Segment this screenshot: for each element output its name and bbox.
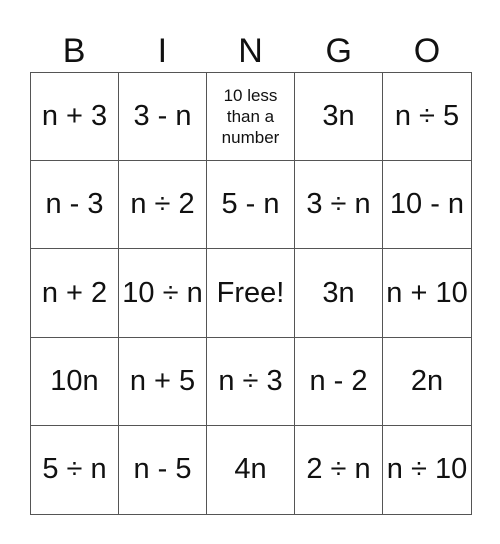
- bingo-cell[interactable]: 3 ÷ n: [295, 161, 383, 250]
- header-letter-n: N: [238, 32, 263, 70]
- bingo-cell[interactable]: n + 5: [119, 337, 207, 426]
- header-letter-i: I: [157, 32, 168, 70]
- bingo-cell[interactable]: n ÷ 5: [383, 73, 471, 162]
- bingo-cell[interactable]: n + 10: [383, 249, 471, 338]
- bingo-cell[interactable]: 4n: [207, 425, 295, 514]
- bingo-cell[interactable]: n - 5: [119, 425, 207, 514]
- header-letter-b: B: [62, 32, 86, 70]
- bingo-cell[interactable]: 2n: [383, 338, 471, 426]
- bingo-header: B I N G O: [30, 30, 471, 72]
- bingo-cell[interactable]: n ÷ 2: [119, 161, 207, 250]
- bingo-cell[interactable]: 3n: [295, 249, 383, 338]
- header-letter-o: O: [413, 32, 441, 70]
- bingo-cell[interactable]: 10 less than a number: [207, 73, 295, 162]
- bingo-cell[interactable]: 3n: [295, 73, 383, 162]
- bingo-cell[interactable]: n - 3: [31, 161, 119, 250]
- bingo-cell[interactable]: 3 - n: [119, 73, 207, 162]
- bingo-cell[interactable]: n + 3: [31, 73, 119, 162]
- free-space-cell[interactable]: Free!: [207, 249, 295, 338]
- bingo-grid: n + 3 3 - n 10 less than a number 3n n ÷…: [30, 72, 472, 515]
- bingo-cell[interactable]: n + 2: [31, 249, 119, 338]
- bingo-cell[interactable]: 5 ÷ n: [31, 425, 119, 514]
- header-letter-g: G: [325, 32, 352, 70]
- bingo-cell[interactable]: n ÷ 10: [383, 426, 471, 514]
- bingo-cell[interactable]: 5 - n: [207, 161, 295, 250]
- bingo-cell[interactable]: n ÷ 3: [207, 337, 295, 426]
- bingo-cell[interactable]: n - 2: [295, 337, 383, 426]
- bingo-cell[interactable]: 10n: [31, 337, 119, 426]
- bingo-cell[interactable]: 10 ÷ n: [119, 249, 207, 338]
- bingo-cell[interactable]: 2 ÷ n: [295, 425, 383, 514]
- bingo-cell[interactable]: 10 - n: [383, 161, 471, 250]
